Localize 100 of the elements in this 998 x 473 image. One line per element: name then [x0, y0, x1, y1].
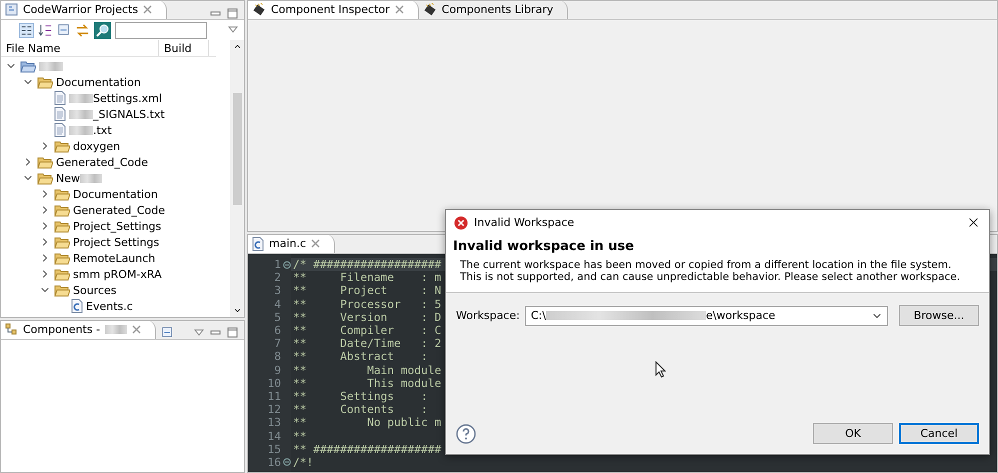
line-number: 14: [268, 430, 281, 443]
field-label: Workspace:: [456, 309, 520, 322]
tree-item[interactable]: Project Settings: [73, 236, 160, 248]
c-file-icon: [71, 299, 83, 313]
panel-title: CodeWarrior Projects: [23, 3, 138, 16]
line-number: 15: [268, 442, 281, 456]
folder-icon: [37, 172, 53, 184]
code-line: **: [293, 430, 306, 443]
folder-icon: [54, 252, 70, 264]
close-icon: [132, 325, 142, 334]
line-number: 7: [274, 337, 281, 350]
folder-icon: [37, 76, 53, 88]
dialog-button[interactable]: OK: [813, 423, 893, 444]
error-icon: [454, 216, 468, 230]
line-number: 4: [274, 298, 281, 311]
fold-icon: [282, 458, 290, 466]
code-line: ** This module: [293, 376, 442, 390]
code-line: ** Processor : 5: [293, 298, 442, 311]
component-tree-icon: [5, 323, 18, 336]
code-line: ** Filename : m: [293, 271, 442, 284]
file-icon: [54, 91, 66, 105]
code-line: ** Version : D: [293, 310, 442, 324]
tree-item[interactable]: .txt: [69, 124, 112, 136]
code-line: ** No public m: [293, 416, 442, 430]
dialog-heading: Invalid workspace in use: [453, 239, 635, 254]
code-line: /*!: [293, 456, 314, 469]
line-number: 6: [274, 324, 281, 338]
code-line: ** Main module: [293, 364, 442, 377]
code-line: ** Project : N: [293, 284, 442, 298]
view-menu-icon: [194, 328, 204, 336]
file-icon: [54, 107, 66, 121]
workspace-combo[interactable]: C:\ e\workspace: [524, 306, 888, 326]
line-number: 13: [268, 416, 281, 430]
line-number: 16: [268, 456, 281, 469]
code-line: ** Settings :: [293, 390, 428, 403]
tree-item[interactable]: Documentation: [73, 188, 158, 200]
tree-item[interactable]: Sources: [73, 284, 117, 296]
tree-item[interactable]: smm pROM-xRA: [73, 268, 162, 280]
code-line: ** Abstract :: [293, 350, 428, 364]
tree-item[interactable]: Generated_Code: [73, 204, 166, 216]
folder-icon: [54, 284, 70, 296]
panel-tab[interactable]: Component Inspector: [248, 1, 419, 19]
folder-icon: [54, 236, 70, 248]
browse-button[interactable]: Browse...: [899, 305, 979, 326]
collapse-all-icon: [161, 326, 174, 339]
line-number: 11: [268, 390, 281, 403]
scroll-down-icon[interactable]: [232, 306, 242, 315]
code-line: ** Contents :: [293, 403, 428, 416]
close-icon: [394, 5, 404, 14]
folder-icon: [54, 188, 70, 200]
folder-icon: [20, 60, 36, 72]
scroll-up-icon[interactable]: [232, 42, 242, 51]
c-file-icon: [252, 236, 264, 250]
code-line: ** Date/Time : 2: [293, 337, 442, 350]
line-number: 1: [274, 258, 281, 272]
dialog-title: Invalid Workspace: [474, 216, 574, 229]
file-icon: [54, 123, 66, 137]
tree-item[interactable]: Generated_Code: [56, 156, 148, 168]
scrollbar[interactable]: [230, 40, 244, 317]
folder-icon: [37, 156, 53, 168]
tree-view-icon: [19, 22, 34, 38]
line-number: 12: [268, 403, 281, 416]
tree-item[interactable]: New: [56, 172, 102, 184]
panel-tab[interactable]: Components Library: [418, 1, 568, 19]
line-number: 2: [274, 271, 281, 284]
column-header[interactable]: File Name: [1, 40, 159, 56]
line-number: 10: [268, 376, 281, 390]
scrollbar-thumb[interactable]: [232, 92, 242, 204]
panel-tab[interactable]: CodeWarrior Projects: [1, 1, 168, 19]
tree-item[interactable]: Events.c: [86, 300, 133, 312]
panel-title: Components -: [23, 323, 100, 336]
line-number: 3: [274, 284, 281, 298]
tree-item[interactable]: Settings.xml: [69, 92, 162, 104]
folder-icon: [54, 140, 70, 152]
line-number: 8: [274, 350, 281, 364]
mouse-cursor-icon: [655, 361, 666, 378]
panel-tab[interactable]: Components -: [1, 321, 156, 339]
editor-tab[interactable]: main.c: [248, 235, 336, 253]
project-icon: [5, 3, 18, 16]
folder-icon: [54, 204, 70, 216]
filter-field[interactable]: [115, 22, 207, 38]
view-menu-icon: [228, 26, 238, 34]
link-icon: [75, 22, 90, 38]
tree-item[interactable]: _SIGNALS.txt: [69, 108, 165, 120]
dialog-button[interactable]: Cancel: [899, 423, 979, 444]
tree-item[interactable]: Documentation: [56, 76, 141, 88]
close-icon: [143, 5, 152, 14]
collapse-all-icon: [57, 23, 71, 37]
tree-item[interactable]: doxygen: [73, 140, 120, 152]
folder-icon: [54, 220, 70, 232]
sort-icon: [38, 22, 53, 38]
tree-item[interactable]: Project_Settings: [73, 220, 162, 232]
close-icon: [311, 239, 320, 248]
maximize-icon: [227, 327, 238, 338]
tree-item[interactable]: RemoteLaunch: [73, 252, 156, 264]
column-header[interactable]: Build: [159, 40, 209, 56]
code-line: ** Compiler : C: [293, 324, 442, 338]
fold-icon: [282, 260, 290, 269]
code-line: ** ###################: [293, 442, 442, 456]
message-text: This is not supported, and can cause unpredictable behavior. Please select another workspace.: [459, 271, 962, 283]
